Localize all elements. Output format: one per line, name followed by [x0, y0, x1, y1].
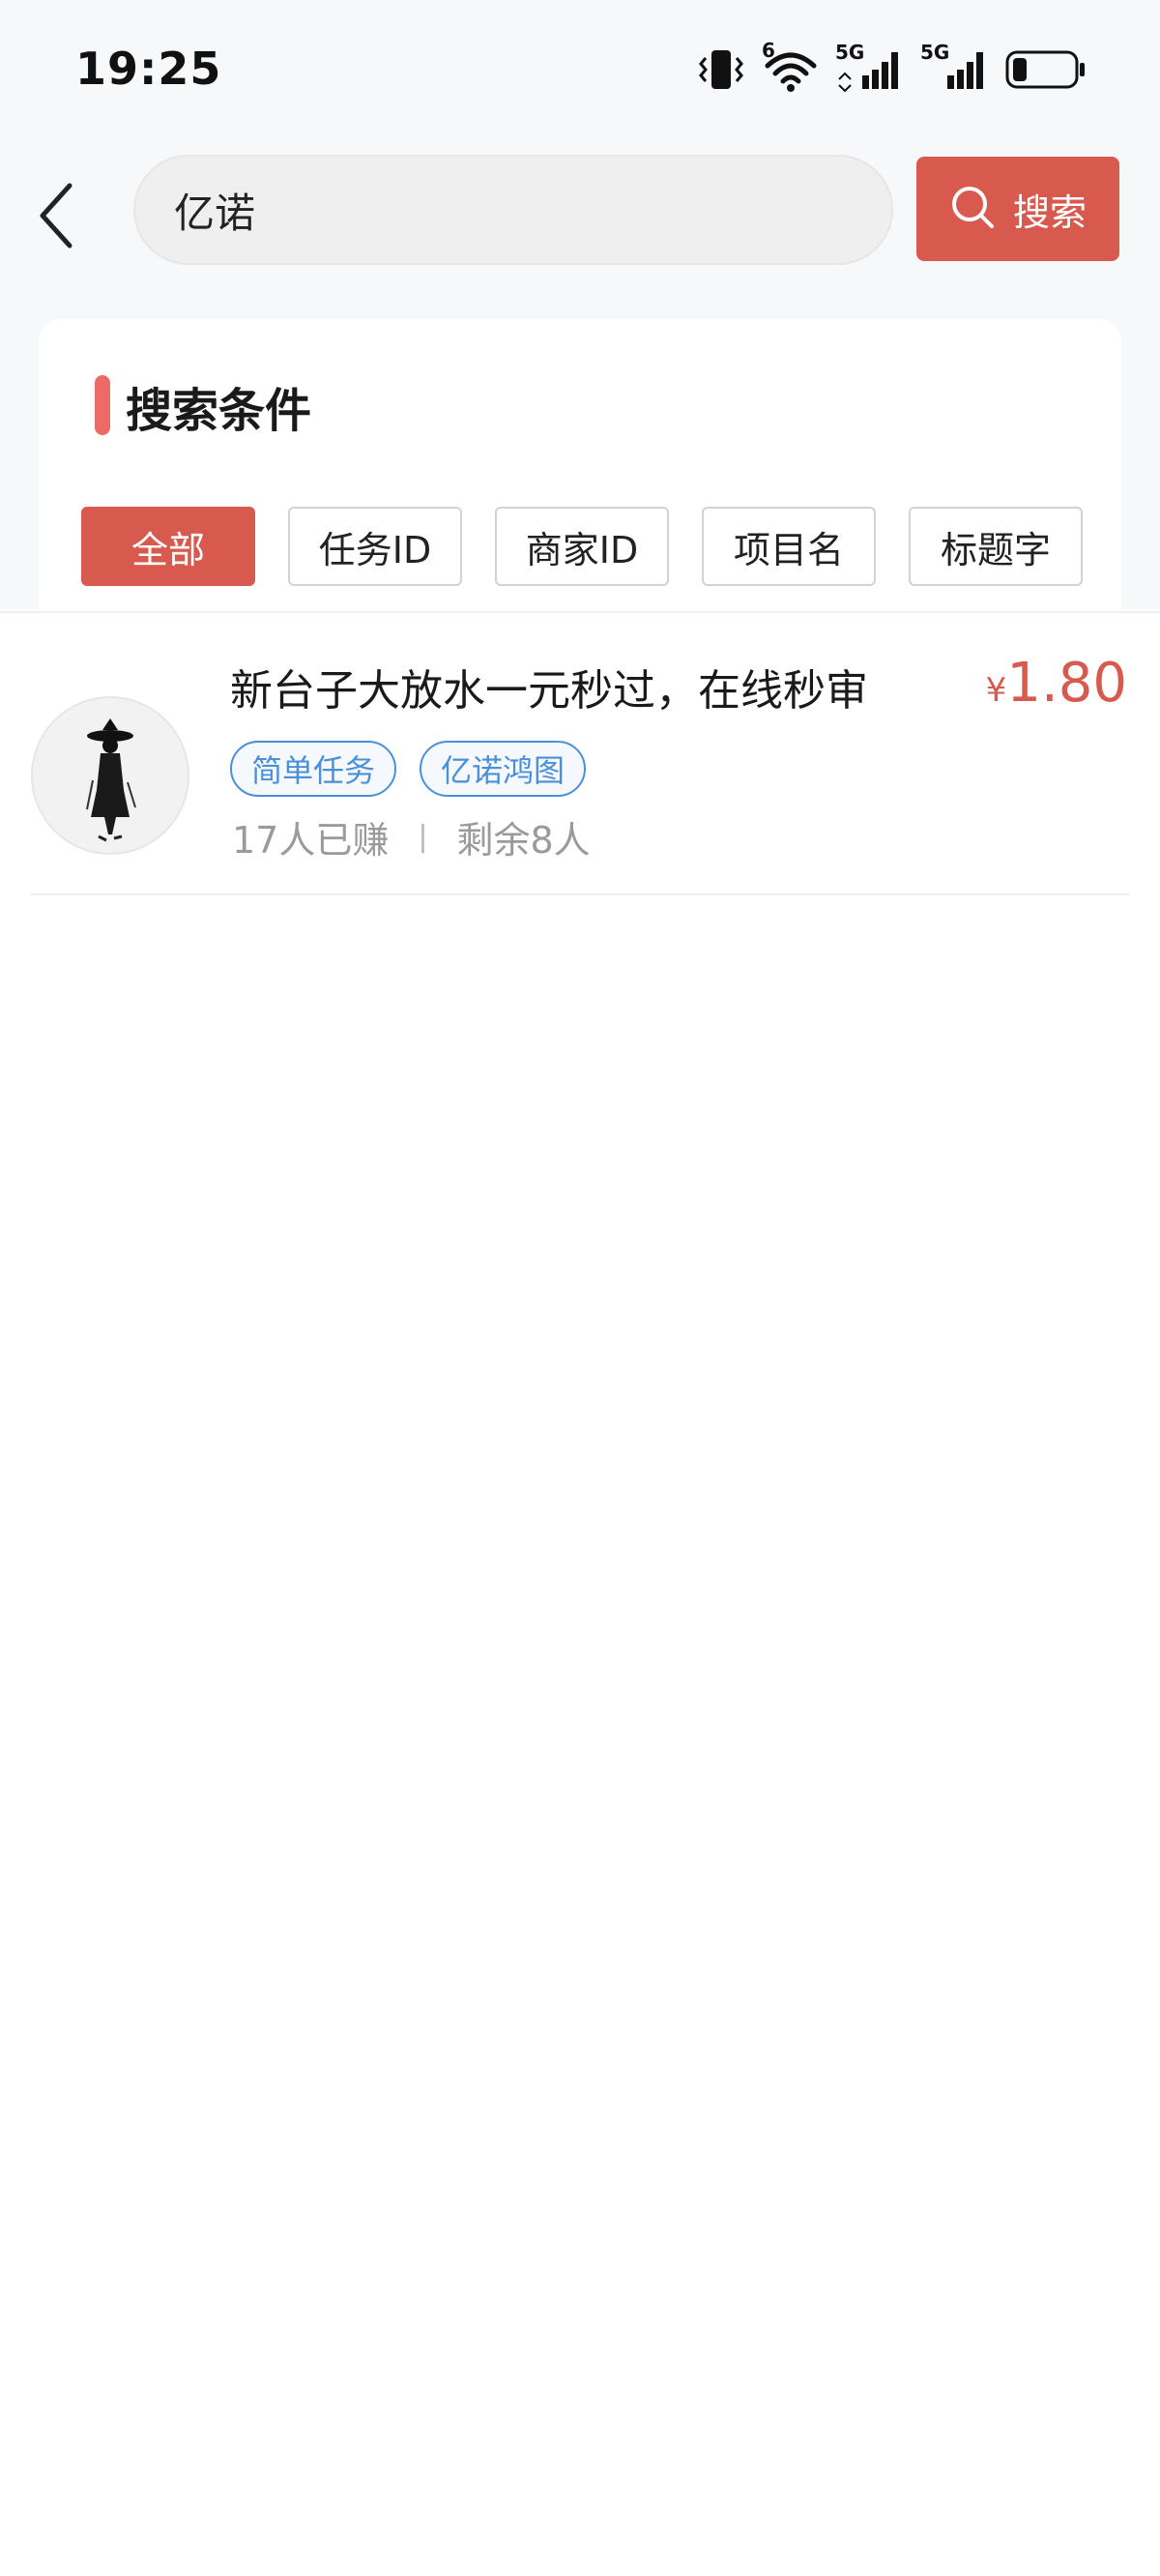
search-conditions-card: 搜索条件 全部 任务ID 商家ID 项目名 标题字: [39, 319, 1121, 629]
search-input[interactable]: [174, 186, 891, 234]
list-item[interactable]: 新台子大放水一元秒过，在线秒审 ¥1.80 简单任务 亿诺鸿图 17人已赚 | …: [0, 611, 1160, 895]
status-bar: 19:25 6 5G 5G: [0, 0, 1160, 135]
filter-merchant-id[interactable]: 商家ID: [495, 507, 669, 586]
signal-5g-icon: 5G: [835, 41, 905, 93]
battery-icon: [1005, 48, 1087, 91]
price-value: 1.80: [1006, 652, 1127, 715]
signal-5g-icon: 5G: [920, 41, 990, 93]
filter-title-keyword[interactable]: 标题字: [909, 507, 1083, 586]
divider: [31, 893, 1129, 895]
price-symbol: ¥: [985, 671, 1007, 710]
search-button[interactable]: 搜索: [916, 157, 1119, 261]
wifi-badge: 6: [762, 39, 775, 62]
tag-merchant: 亿诺鸿图: [420, 741, 587, 797]
filter-all[interactable]: 全部: [81, 507, 255, 586]
avatar: [31, 696, 189, 855]
status-icons: 6 5G 5G: [696, 39, 1087, 95]
meta-row: 17人已赚 | 剩余8人: [232, 810, 591, 864]
tag-row: 简单任务 亿诺鸿图: [230, 741, 587, 797]
wifi-icon: 6: [762, 39, 820, 93]
search-button-label: 搜索: [1012, 190, 1087, 234]
conditions-title: 搜索条件: [126, 384, 312, 438]
search-icon: [949, 184, 996, 234]
item-price: ¥1.80: [986, 652, 1127, 715]
meta-separator: |: [418, 820, 428, 854]
search-box[interactable]: [133, 155, 893, 265]
filter-project-name[interactable]: 项目名: [702, 507, 876, 586]
back-button[interactable]: [21, 174, 91, 261]
vibrate-icon: [696, 48, 746, 91]
chevron-left-icon: [37, 182, 75, 253]
status-time: 19:25: [75, 43, 222, 95]
item-title: 新台子大放水一元秒过，在线秒审: [230, 666, 868, 716]
filter-row: 全部 任务ID 商家ID 项目名 标题字: [81, 507, 1083, 586]
title-accent-bar: [95, 375, 110, 435]
remaining-count: 剩余8人: [456, 819, 591, 862]
earned-count: 17人已赚: [232, 819, 390, 862]
filter-task-id[interactable]: 任务ID: [288, 507, 462, 586]
tag-simple-task: 简单任务: [230, 741, 397, 797]
search-header: 搜索: [0, 135, 1160, 300]
